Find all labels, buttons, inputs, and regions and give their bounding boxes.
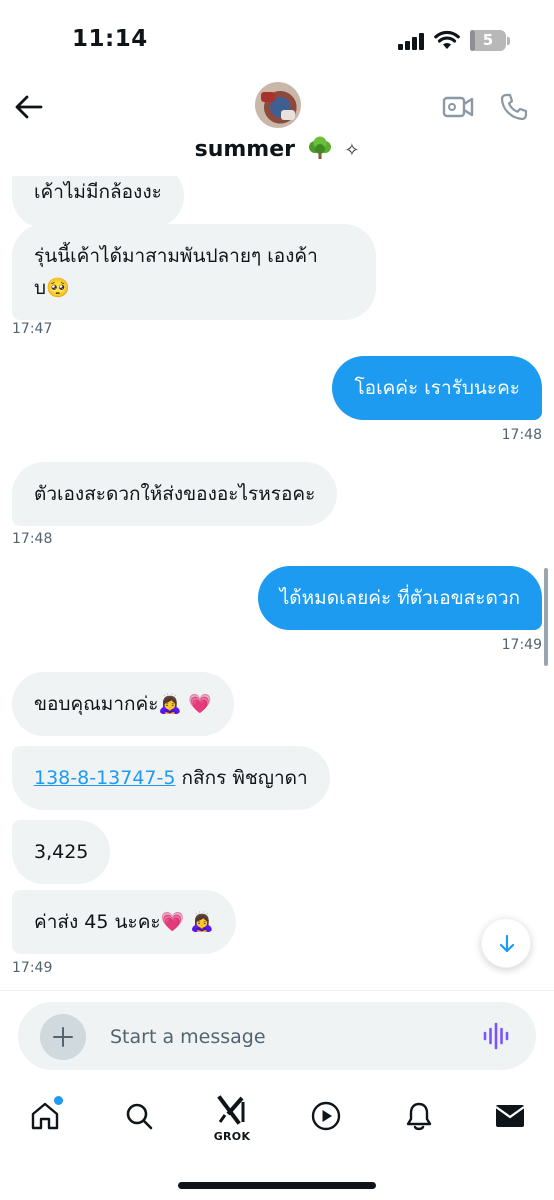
message-bubble-incoming[interactable]: ค่าส่ง 45 นะคะ💗 🙇‍♀️ xyxy=(12,890,237,954)
message-input[interactable] xyxy=(110,1019,450,1055)
message-timestamp: 17:47 xyxy=(12,321,53,337)
message-bubble-outgoing[interactable]: โอเคค่ะ เรารับนะคะ xyxy=(332,356,542,420)
contact-name: summer xyxy=(194,137,295,162)
message-text: ขอบคุณมากค่ะ xyxy=(34,693,159,715)
bowing-woman-emoji: 🙇‍♀️ xyxy=(190,911,215,933)
video-play-icon xyxy=(311,1101,341,1131)
scroll-to-bottom-button[interactable] xyxy=(481,918,531,968)
account-number-link[interactable]: 138-8-13747-5 xyxy=(34,767,175,789)
message-bubble-incoming[interactable]: ขอบคุณมากค่ะ🙇‍♀️ 💗 xyxy=(12,672,234,736)
search-icon xyxy=(126,1103,153,1130)
message-text: กสิกร พิชญาดา xyxy=(175,767,308,789)
message-text: 3,425 xyxy=(34,841,89,863)
conversation-header: summer ✧ xyxy=(0,80,554,176)
message-text: ได้หมดเลยค่ะ ที่ตัวเอขสะดวก xyxy=(279,587,520,609)
sparkle-icon: ✧ xyxy=(344,140,360,161)
back-arrow-icon[interactable] xyxy=(14,92,44,122)
heart-emoji: 💗 xyxy=(188,693,212,715)
composer-divider xyxy=(0,990,554,991)
message-text: รุ่นนี้เค้าได้มาสามพันปลายๆ เองค้า xyxy=(34,245,318,267)
message-timestamp: 17:48 xyxy=(501,427,542,443)
phone-call-icon[interactable] xyxy=(499,92,529,122)
nav-video[interactable] xyxy=(301,1090,351,1146)
battery-tip xyxy=(507,37,510,45)
message-text: ตัวเองสะดวกให้ส่งของอะไรหรอคะ xyxy=(34,483,316,505)
message-composer xyxy=(18,1002,536,1070)
bell-icon xyxy=(406,1102,432,1131)
message-timestamp: 17:48 xyxy=(12,531,53,547)
bottom-navigation: GROK xyxy=(0,1090,554,1150)
nav-notifications[interactable] xyxy=(394,1090,444,1146)
grok-icon xyxy=(217,1095,245,1125)
message-bubble-incoming[interactable]: 3,425 xyxy=(12,820,111,884)
message-timestamp: 17:49 xyxy=(501,637,542,653)
cellular-signal-icon xyxy=(398,32,426,50)
mail-icon xyxy=(495,1105,525,1127)
plus-icon xyxy=(53,1027,73,1047)
heart-emoji: 💗 xyxy=(160,911,185,933)
voice-wave-icon[interactable] xyxy=(482,1021,512,1051)
home-notification-dot xyxy=(54,1096,63,1105)
home-indicator xyxy=(178,1182,376,1189)
grok-label: GROK xyxy=(213,1130,251,1143)
contact-name-row[interactable]: summer ✧ xyxy=(0,136,554,162)
video-call-icon[interactable] xyxy=(442,94,474,120)
scrollbar[interactable] xyxy=(544,568,548,666)
nav-search[interactable] xyxy=(114,1090,164,1146)
bowing-woman-emoji: 🙇‍♀️ xyxy=(158,693,183,715)
message-bubble-incoming[interactable]: ตัวเองสะดวกให้ส่งของอะไรหรอคะ xyxy=(12,462,338,526)
message-text: ค่าส่ง 45 นะคะ xyxy=(34,911,161,933)
add-media-button[interactable] xyxy=(40,1014,86,1060)
pleading-face-emoji: 🥺 xyxy=(46,277,70,299)
battery-level: 5 xyxy=(482,31,494,49)
message-text: บ xyxy=(34,277,47,299)
message-timestamp: 17:49 xyxy=(12,960,53,976)
wifi-icon xyxy=(434,30,460,49)
message-text: เค้าไม่มีกล้องงะ xyxy=(34,181,162,203)
message-bubble-incoming[interactable]: 138-8-13747-5 กสิกร พิชญาดา xyxy=(12,746,330,810)
status-time: 11:14 xyxy=(72,26,148,52)
message-list[interactable]: เค้าไม่มีกล้องงะ รุ่นนี้เค้าได้มาสามพันป… xyxy=(0,150,554,990)
avatar[interactable] xyxy=(255,82,301,128)
tree-emoji-icon xyxy=(308,136,331,159)
nav-messages[interactable] xyxy=(485,1090,535,1146)
message-bubble-outgoing[interactable]: ได้หมดเลยค่ะ ที่ตัวเอขสะดวก xyxy=(257,566,542,630)
arrow-down-icon xyxy=(499,934,515,953)
status-bar: 11:14 5 xyxy=(0,0,554,80)
message-bubble-incoming[interactable]: รุ่นนี้เค้าได้มาสามพันปลายๆ เองค้า บ🥺 xyxy=(12,224,376,320)
message-text: โอเคค่ะ เรารับนะคะ xyxy=(354,377,520,399)
battery-icon: 5 xyxy=(470,30,506,51)
nav-grok[interactable]: GROK xyxy=(207,1090,257,1146)
